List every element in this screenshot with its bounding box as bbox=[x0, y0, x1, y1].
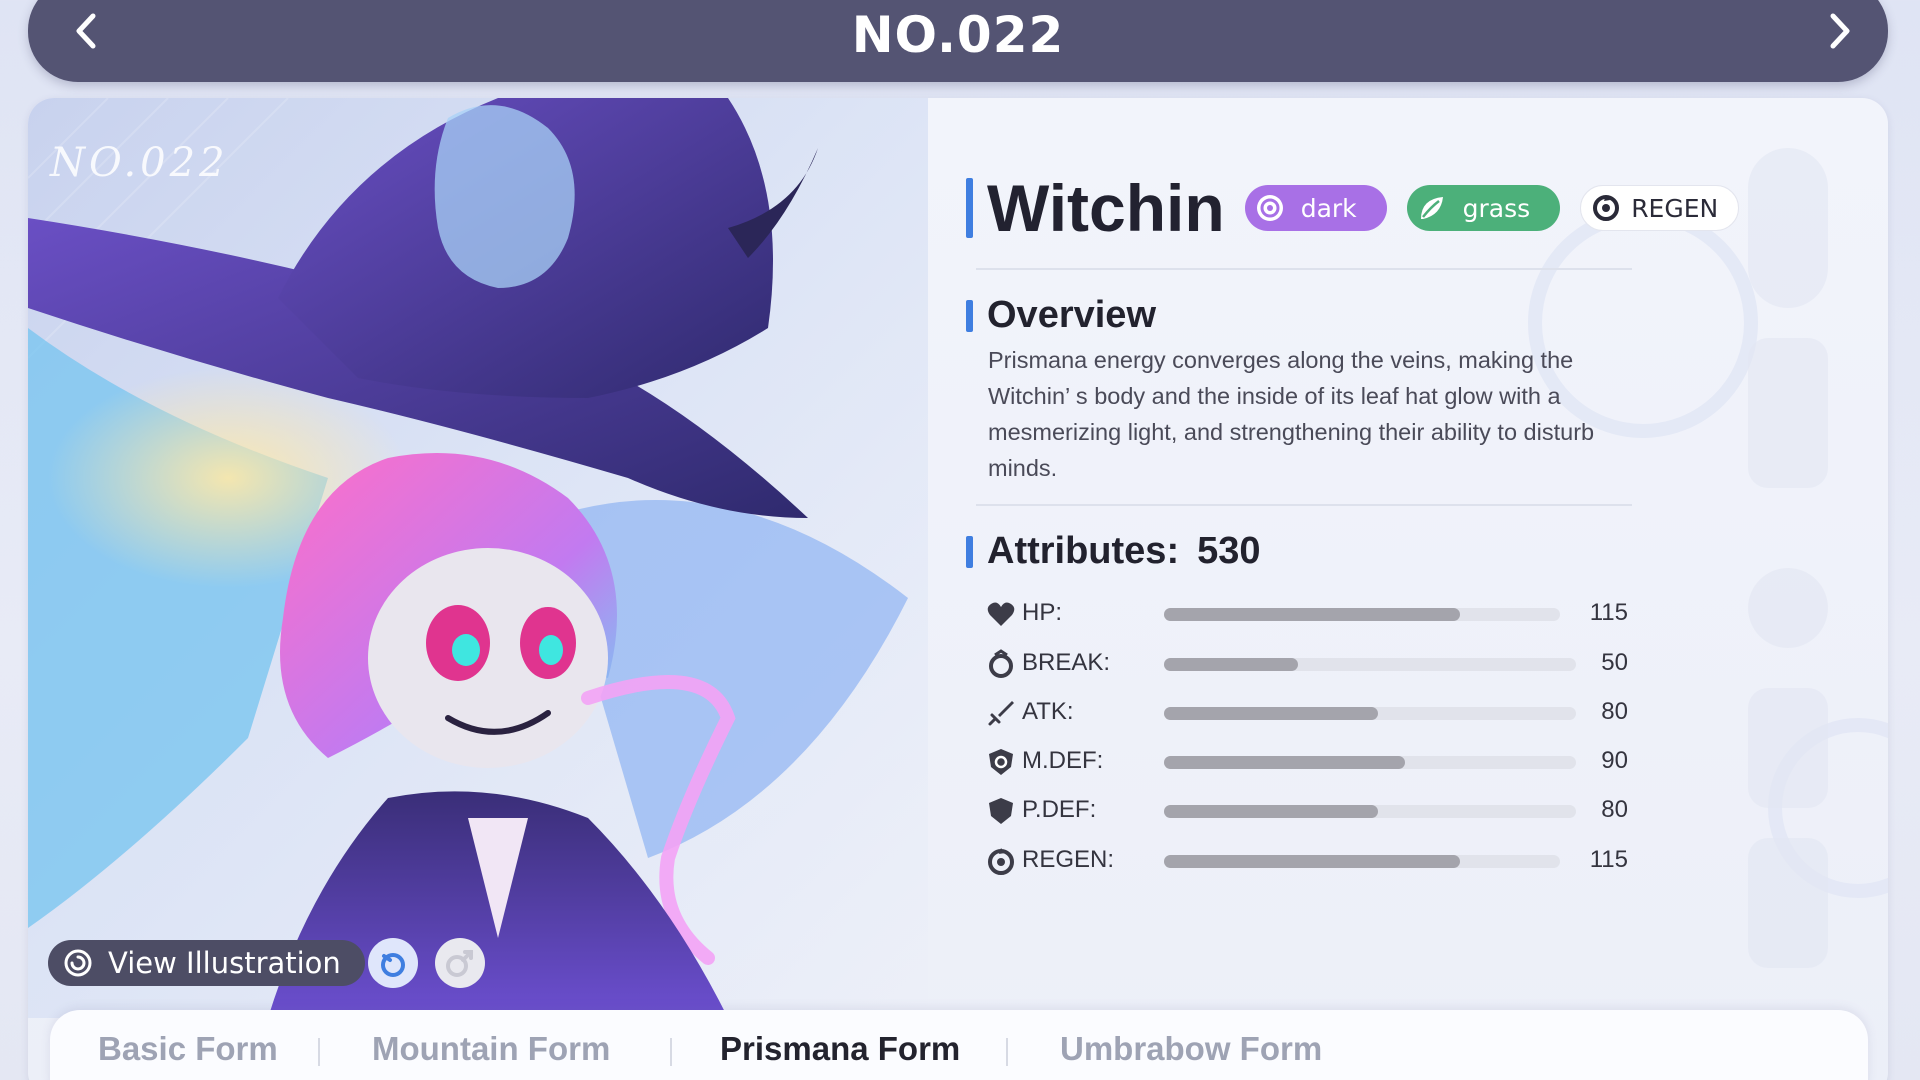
next-button[interactable] bbox=[1810, 0, 1870, 62]
overview-heading: Overview bbox=[966, 294, 1156, 337]
stat-value: 80 bbox=[1601, 796, 1628, 823]
attributes-heading: Attributes: 530 bbox=[966, 530, 1261, 573]
overview-title: Overview bbox=[987, 294, 1156, 336]
stat-row-mdef: M.DEF: 90 bbox=[986, 744, 1636, 780]
sword-icon bbox=[988, 701, 1014, 726]
info-panel: Witchin dark grass REGEN Overview Prisma… bbox=[936, 98, 1740, 998]
male-icon bbox=[446, 950, 473, 977]
stat-value: 115 bbox=[1589, 846, 1628, 873]
attributes-title: Attributes: bbox=[987, 530, 1180, 572]
witchin-artwork bbox=[28, 98, 908, 1018]
type-badge-grass[interactable]: grass bbox=[1406, 185, 1561, 231]
stat-bar bbox=[1164, 855, 1560, 868]
stat-bar bbox=[1164, 805, 1576, 818]
stat-bar-fill bbox=[1164, 707, 1379, 720]
illustration-number: NO.022 bbox=[50, 140, 229, 186]
magic-shield-icon bbox=[989, 749, 1013, 775]
divider bbox=[976, 268, 1632, 270]
stat-bar-fill bbox=[1164, 658, 1298, 671]
creature-card: NO.022 View Illustration Witchin dark gr… bbox=[28, 98, 1888, 1080]
stat-bar bbox=[1164, 658, 1576, 671]
tab-basic-form[interactable]: Basic Form bbox=[98, 1030, 278, 1068]
stat-row-regen: REGEN: 115 bbox=[986, 843, 1636, 879]
accent-bar bbox=[966, 299, 973, 332]
watermark-logo bbox=[1748, 148, 1828, 968]
form-tabs: Basic Form Mountain Form Prismana Form U… bbox=[50, 1010, 1868, 1080]
stat-bar-fill bbox=[1164, 608, 1460, 621]
divider bbox=[976, 504, 1632, 506]
stat-row-break: BREAK: 50 bbox=[986, 646, 1636, 682]
tab-separator bbox=[318, 1038, 320, 1066]
stat-label: REGEN: bbox=[1022, 846, 1115, 873]
grass-leaf-icon bbox=[1420, 197, 1443, 219]
stat-bar bbox=[1164, 608, 1560, 621]
stat-bar-fill bbox=[1164, 855, 1460, 868]
accent-bar bbox=[966, 178, 973, 238]
spiral-icon bbox=[64, 949, 92, 977]
tab-separator bbox=[1006, 1038, 1008, 1066]
female-icon bbox=[381, 953, 405, 977]
attributes-total: 530 bbox=[1197, 530, 1261, 572]
stat-bar-fill bbox=[1164, 756, 1406, 769]
stat-row-atk: ATK: 80 bbox=[986, 695, 1636, 731]
view-illustration-label: View Illustration bbox=[108, 946, 341, 980]
stat-bar-fill bbox=[1164, 805, 1379, 818]
creature-name: Witchin bbox=[987, 171, 1225, 245]
trait-badge-regen[interactable]: REGEN bbox=[1580, 185, 1740, 231]
stat-label: P.DEF: bbox=[1022, 796, 1097, 823]
type-badge-dark[interactable]: dark bbox=[1244, 185, 1387, 231]
trait-label: REGEN bbox=[1631, 193, 1719, 223]
heart-icon bbox=[987, 602, 1015, 626]
dark-type-icon bbox=[1256, 195, 1283, 221]
stat-value: 80 bbox=[1601, 698, 1628, 725]
tab-mountain-form[interactable]: Mountain Form bbox=[372, 1030, 610, 1068]
stat-value: 90 bbox=[1601, 747, 1628, 774]
male-toggle[interactable] bbox=[435, 938, 485, 988]
stat-label: M.DEF: bbox=[1022, 747, 1104, 774]
regen-icon bbox=[988, 848, 1014, 875]
page-title: NO.022 bbox=[851, 6, 1065, 64]
tab-prismana-form[interactable]: Prismana Form bbox=[720, 1030, 960, 1068]
shield-icon bbox=[989, 798, 1013, 824]
accent-bar bbox=[966, 535, 973, 568]
stat-bar bbox=[1164, 756, 1576, 769]
overview-description: Prismana energy converges along the vein… bbox=[988, 347, 1595, 481]
tab-umbrabow-form[interactable]: Umbrabow Form bbox=[1060, 1030, 1322, 1068]
name-row: Witchin dark grass REGEN bbox=[966, 170, 1759, 246]
stat-value: 115 bbox=[1589, 599, 1628, 626]
stat-row-hp: HP: 115 bbox=[986, 596, 1636, 632]
stat-label: ATK: bbox=[1022, 698, 1074, 725]
stat-row-pdef: P.DEF: 80 bbox=[986, 793, 1636, 829]
view-illustration-button[interactable]: View Illustration bbox=[48, 940, 365, 986]
header-bar: NO.022 bbox=[28, 0, 1888, 82]
female-toggle[interactable] bbox=[368, 938, 418, 988]
type-label-grass: grass bbox=[1462, 193, 1531, 223]
tab-separator bbox=[670, 1038, 672, 1066]
stat-label: BREAK: bbox=[1022, 649, 1111, 676]
regen-icon bbox=[1593, 195, 1620, 221]
break-icon bbox=[989, 649, 1013, 678]
stat-bar bbox=[1164, 707, 1576, 720]
creature-illustration: NO.022 bbox=[28, 98, 928, 1018]
stat-value: 50 bbox=[1601, 649, 1628, 676]
type-label-dark: dark bbox=[1300, 193, 1357, 223]
stat-label: HP: bbox=[1022, 599, 1063, 626]
chevron-right-icon bbox=[1830, 13, 1850, 49]
